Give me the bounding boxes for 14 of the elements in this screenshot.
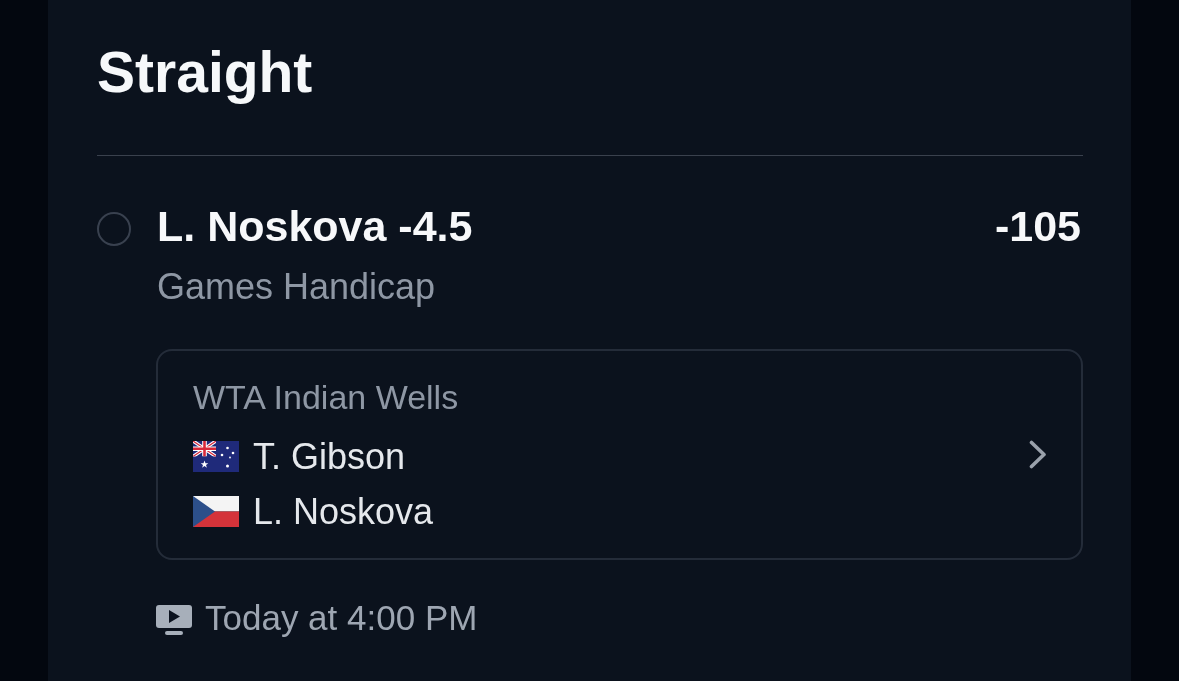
selection-label: L. Noskova -4.5 <box>157 201 473 251</box>
event-card[interactable]: WTA Indian Wells T. Gibson L. Noskova <box>156 349 1083 560</box>
league-label: WTA Indian Wells <box>193 376 459 417</box>
tv-play-icon <box>156 605 192 635</box>
player-name: L. Noskova <box>253 490 434 533</box>
chevron-right-icon <box>1029 440 1047 469</box>
australian-flag-icon <box>193 441 239 472</box>
czech-flag-icon <box>193 496 239 527</box>
odds-value: -105 <box>994 201 1081 251</box>
section-title: Straight <box>97 40 314 104</box>
radio-button[interactable] <box>97 212 131 246</box>
market-label: Games Handicap <box>157 266 436 308</box>
start-time: Today at 4:00 PM <box>205 597 478 639</box>
player-name: T. Gibson <box>253 435 406 478</box>
